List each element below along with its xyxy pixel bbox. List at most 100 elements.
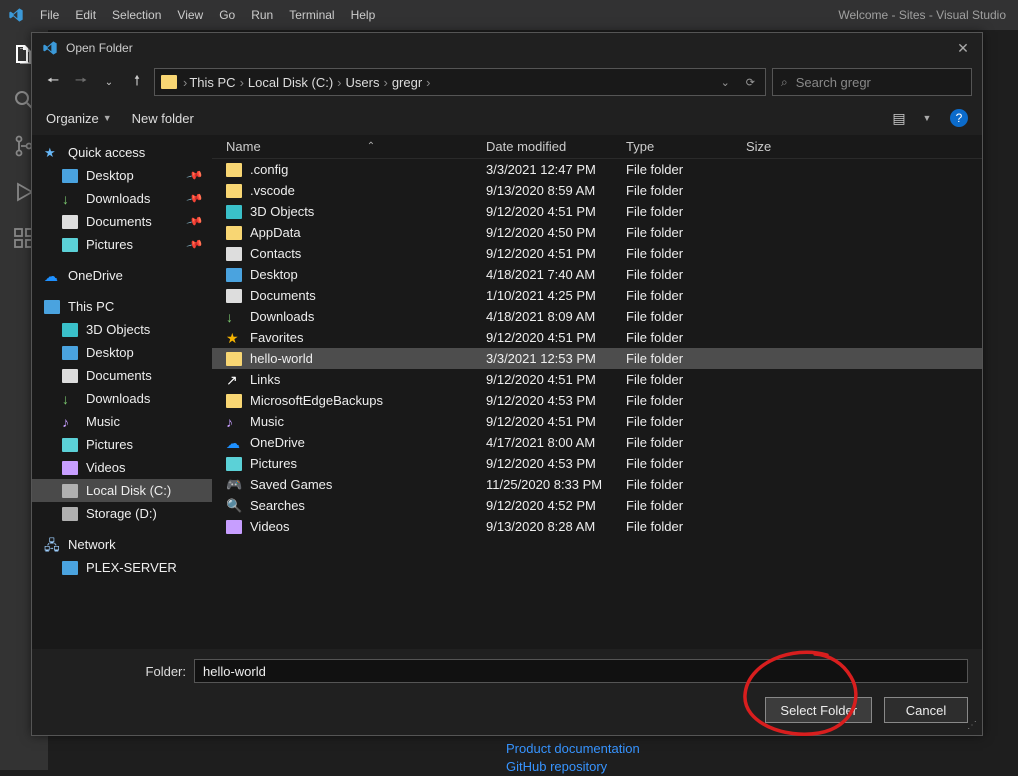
recent-dropdown[interactable]: ⌄ <box>98 71 120 93</box>
folder-label: Folder: <box>46 664 186 679</box>
col-date[interactable]: Date modified <box>472 139 612 154</box>
nav-item-videos[interactable]: Videos <box>32 456 212 479</box>
nav-item-pictures[interactable]: Pictures📌 <box>32 233 212 256</box>
link-product-docs[interactable]: Product documentation <box>506 740 640 758</box>
nav-item-documents[interactable]: Documents <box>32 364 212 387</box>
file-list: Name⌃ Date modified Type Size .config3/3… <box>212 135 982 649</box>
file-type: File folder <box>612 225 732 240</box>
file-row[interactable]: ↓Downloads4/18/2021 8:09 AMFile folder <box>212 306 982 327</box>
file-row[interactable]: ↗Links9/12/2020 4:51 PMFile folder <box>212 369 982 390</box>
nav-item-label: Videos <box>86 460 126 475</box>
breadcrumb-segment[interactable]: gregr <box>392 75 422 90</box>
nav-item-3d-objects[interactable]: 3D Objects <box>32 318 212 341</box>
file-row[interactable]: ★Favorites9/12/2020 4:51 PMFile folder <box>212 327 982 348</box>
nav-network[interactable]: 🖧Network <box>32 533 212 556</box>
nav-item-local-disk-c-[interactable]: Local Disk (C:) <box>32 479 212 502</box>
menu-file[interactable]: File <box>32 0 67 30</box>
breadcrumb[interactable]: › This PC›Local Disk (C:)›Users›gregr› ⌄… <box>154 68 766 96</box>
close-icon[interactable]: ✕ <box>954 39 972 57</box>
down-icon: ↓ <box>62 192 78 206</box>
desktop-icon <box>226 268 242 282</box>
menu-view[interactable]: View <box>169 0 211 30</box>
game-icon: 🎮 <box>226 478 242 492</box>
resize-grip-icon[interactable]: ⋰ <box>967 720 976 731</box>
nav-item-downloads[interactable]: ↓Downloads <box>32 387 212 410</box>
file-date: 9/12/2020 4:51 PM <box>472 372 612 387</box>
file-row[interactable]: ♪Music9/12/2020 4:51 PMFile folder <box>212 411 982 432</box>
file-name: Desktop <box>250 267 298 282</box>
file-type: File folder <box>612 393 732 408</box>
file-row[interactable]: 🔍Searches9/12/2020 4:52 PMFile folder <box>212 495 982 516</box>
nav-this-pc[interactable]: This PC <box>32 295 212 318</box>
file-row[interactable]: 🎮Saved Games11/25/2020 8:33 PMFile folde… <box>212 474 982 495</box>
nav-quick-access[interactable]: ★Quick access <box>32 141 212 164</box>
view-mode-button[interactable]: ▤ <box>888 107 910 129</box>
file-row[interactable]: .vscode9/13/2020 8:59 AMFile folder <box>212 180 982 201</box>
pc-icon <box>62 561 78 575</box>
nav-item-documents[interactable]: Documents📌 <box>32 210 212 233</box>
nav-item-label: Documents <box>86 368 152 383</box>
file-name: Saved Games <box>250 477 332 492</box>
select-folder-button[interactable]: Select Folder <box>765 697 872 723</box>
file-type: File folder <box>612 246 732 261</box>
forward-button[interactable]: 🠖 <box>70 71 92 93</box>
file-type: File folder <box>612 414 732 429</box>
search-placeholder: Search gregr <box>796 75 871 90</box>
file-name: Contacts <box>250 246 301 261</box>
nav-item-plex-server[interactable]: PLEX-SERVER <box>32 556 212 579</box>
file-row[interactable]: Desktop 4/18/2021 7:40 AMFile folder <box>212 264 982 285</box>
view-dropdown[interactable]: ▼ <box>916 107 938 129</box>
folder-name-input[interactable] <box>194 659 968 683</box>
refresh-icon[interactable]: ⟳ <box>746 76 755 89</box>
search-input[interactable]: ⌕ Search gregr <box>772 68 972 96</box>
breadcrumb-segment[interactable]: Users <box>346 75 380 90</box>
file-row[interactable]: AppData9/12/2020 4:50 PMFile folder <box>212 222 982 243</box>
breadcrumb-segment[interactable]: Local Disk (C:) <box>248 75 333 90</box>
menu-go[interactable]: Go <box>211 0 243 30</box>
breadcrumb-segment[interactable]: This PC <box>189 75 235 90</box>
nav-item-label: PLEX-SERVER <box>86 560 177 575</box>
file-name: Music <box>250 414 284 429</box>
sort-indicator-icon: ⌃ <box>367 141 375 152</box>
menu-run[interactable]: Run <box>243 0 281 30</box>
menu-help[interactable]: Help <box>343 0 384 30</box>
nav-item-storage-d-[interactable]: Storage (D:) <box>32 502 212 525</box>
file-row[interactable]: Contacts9/12/2020 4:51 PMFile folder <box>212 243 982 264</box>
menu-terminal[interactable]: Terminal <box>281 0 342 30</box>
up-button[interactable]: 🠕 <box>126 71 148 93</box>
nav-onedrive[interactable]: ☁OneDrive <box>32 264 212 287</box>
col-size[interactable]: Size <box>732 139 812 154</box>
nav-item-desktop[interactable]: Desktop <box>32 341 212 364</box>
back-button[interactable]: 🠔 <box>42 71 64 93</box>
chevron-down-icon[interactable]: ⌄ <box>721 76 730 89</box>
file-name: Searches <box>250 498 305 513</box>
network-icon: 🖧 <box>44 538 60 552</box>
file-date: 4/18/2021 8:09 AM <box>472 309 612 324</box>
link-github-repo[interactable]: GitHub repository <box>506 758 640 776</box>
file-row[interactable]: .config3/3/2021 12:47 PMFile folder <box>212 159 982 180</box>
folder-icon <box>226 163 242 177</box>
file-name: Favorites <box>250 330 303 345</box>
nav-item-desktop[interactable]: Desktop📌 <box>32 164 212 187</box>
file-date: 4/18/2021 7:40 AM <box>472 267 612 282</box>
folder-icon <box>226 184 242 198</box>
help-button[interactable]: ? <box>950 109 968 127</box>
new-folder-button[interactable]: New folder <box>132 111 194 126</box>
col-type[interactable]: Type <box>612 139 732 154</box>
file-row[interactable]: hello-world3/3/2021 12:53 PMFile folder <box>212 348 982 369</box>
nav-item-pictures[interactable]: Pictures <box>32 433 212 456</box>
cancel-button[interactable]: Cancel <box>884 697 968 723</box>
file-row[interactable]: Documents1/10/2021 4:25 PMFile folder <box>212 285 982 306</box>
file-row[interactable]: ☁OneDrive4/17/2021 8:00 AMFile folder <box>212 432 982 453</box>
file-row[interactable]: MicrosoftEdgeBackups9/12/2020 4:53 PMFil… <box>212 390 982 411</box>
file-type: File folder <box>612 267 732 282</box>
nav-item-downloads[interactable]: ↓Downloads📌 <box>32 187 212 210</box>
menu-selection[interactable]: Selection <box>104 0 169 30</box>
organize-menu[interactable]: Organize▼ <box>46 111 112 126</box>
file-row[interactable]: Videos9/13/2020 8:28 AMFile folder <box>212 516 982 537</box>
file-row[interactable]: 3D Objects9/12/2020 4:51 PMFile folder <box>212 201 982 222</box>
nav-item-music[interactable]: ♪Music <box>32 410 212 433</box>
menu-edit[interactable]: Edit <box>67 0 104 30</box>
file-row[interactable]: Pictures9/12/2020 4:53 PMFile folder <box>212 453 982 474</box>
col-name[interactable]: Name⌃ <box>212 139 472 154</box>
